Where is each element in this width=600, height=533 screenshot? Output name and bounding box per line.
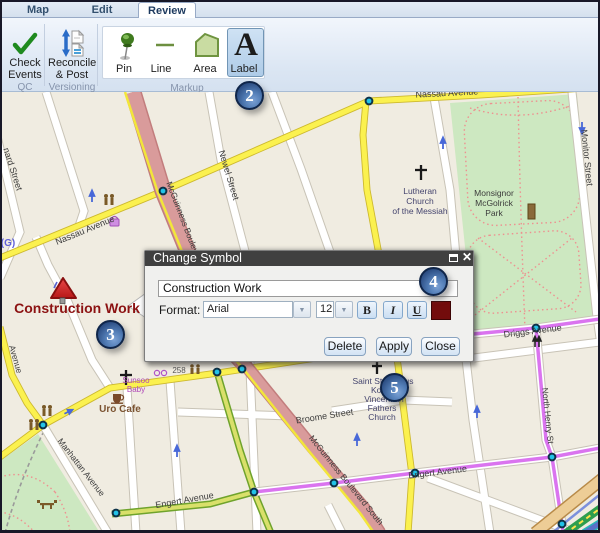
svg-text:of the Messiah: of the Messiah [392, 206, 448, 216]
svg-text:Lutheran: Lutheran [403, 186, 437, 196]
svg-text:Construction Work: Construction Work [14, 300, 140, 316]
svg-text:(G): (G) [2, 238, 15, 249]
svg-text:Church: Church [406, 196, 434, 206]
svg-text:Uro Cafe: Uro Cafe [99, 404, 141, 415]
svg-text:Monsignor: Monsignor [474, 188, 514, 198]
svg-text:McGolrick: McGolrick [475, 198, 514, 208]
svg-text:Baby: Baby [127, 385, 145, 394]
svg-text:Church: Church [368, 412, 396, 422]
svg-text:Sunsoo: Sunsoo [122, 376, 150, 385]
svg-text:258: 258 [172, 366, 186, 375]
svg-text:Park: Park [485, 208, 503, 218]
